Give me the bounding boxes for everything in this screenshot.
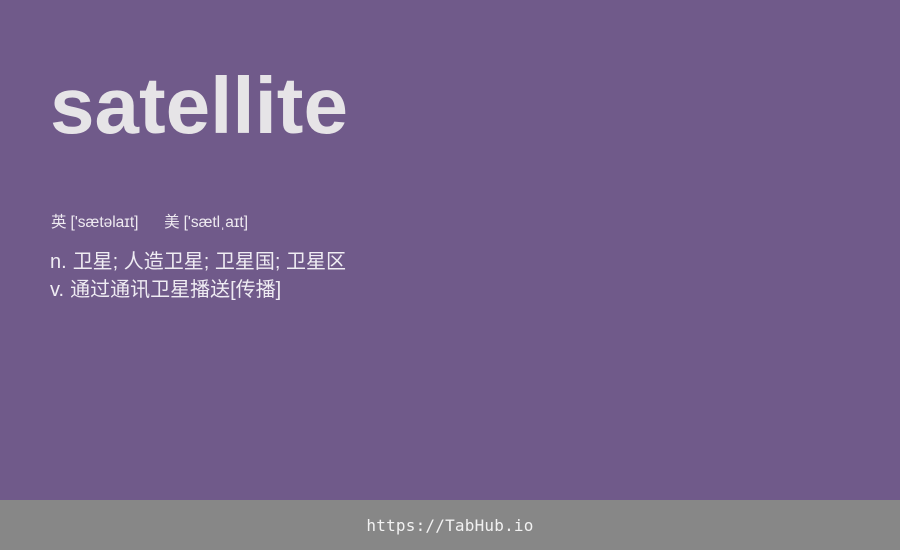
- us-ipa: ['sætlˌaɪt]: [183, 214, 249, 231]
- definition-list: n. 卫星; 人造卫星; 卫星国; 卫星区 v. 通过通讯卫星播送[传播]: [50, 248, 346, 304]
- part-of-speech: n.: [50, 251, 67, 273]
- definition-noun: n. 卫星; 人造卫星; 卫星国; 卫星区: [50, 248, 346, 276]
- uk-label: 英: [51, 214, 67, 231]
- uk-pronunciation: 英 ['sætəlaɪt]: [51, 214, 143, 231]
- word-card: satellite 英 ['sætəlaɪt] 美 ['sætlˌaɪt] n. 卫星…: [0, 0, 900, 500]
- us-label: 美: [164, 214, 180, 231]
- uk-ipa: ['sætəlaɪt]: [70, 214, 139, 231]
- definition-text: 通过通讯卫星播送[传播]: [70, 279, 282, 301]
- tabhub-link[interactable]: https://TabHub.io: [366, 516, 533, 535]
- pronunciation-row: 英 ['sætəlaɪt] 美 ['sætlˌaɪt]: [51, 214, 248, 232]
- headword: satellite: [50, 61, 348, 150]
- us-pronunciation: 美 ['sætlˌaɪt]: [164, 214, 248, 231]
- definition-text: 卫星; 人造卫星; 卫星国; 卫星区: [72, 251, 347, 273]
- footer-bar: https://TabHub.io: [0, 500, 900, 550]
- part-of-speech: v.: [50, 279, 65, 301]
- definition-verb: v. 通过通讯卫星播送[传播]: [50, 276, 346, 304]
